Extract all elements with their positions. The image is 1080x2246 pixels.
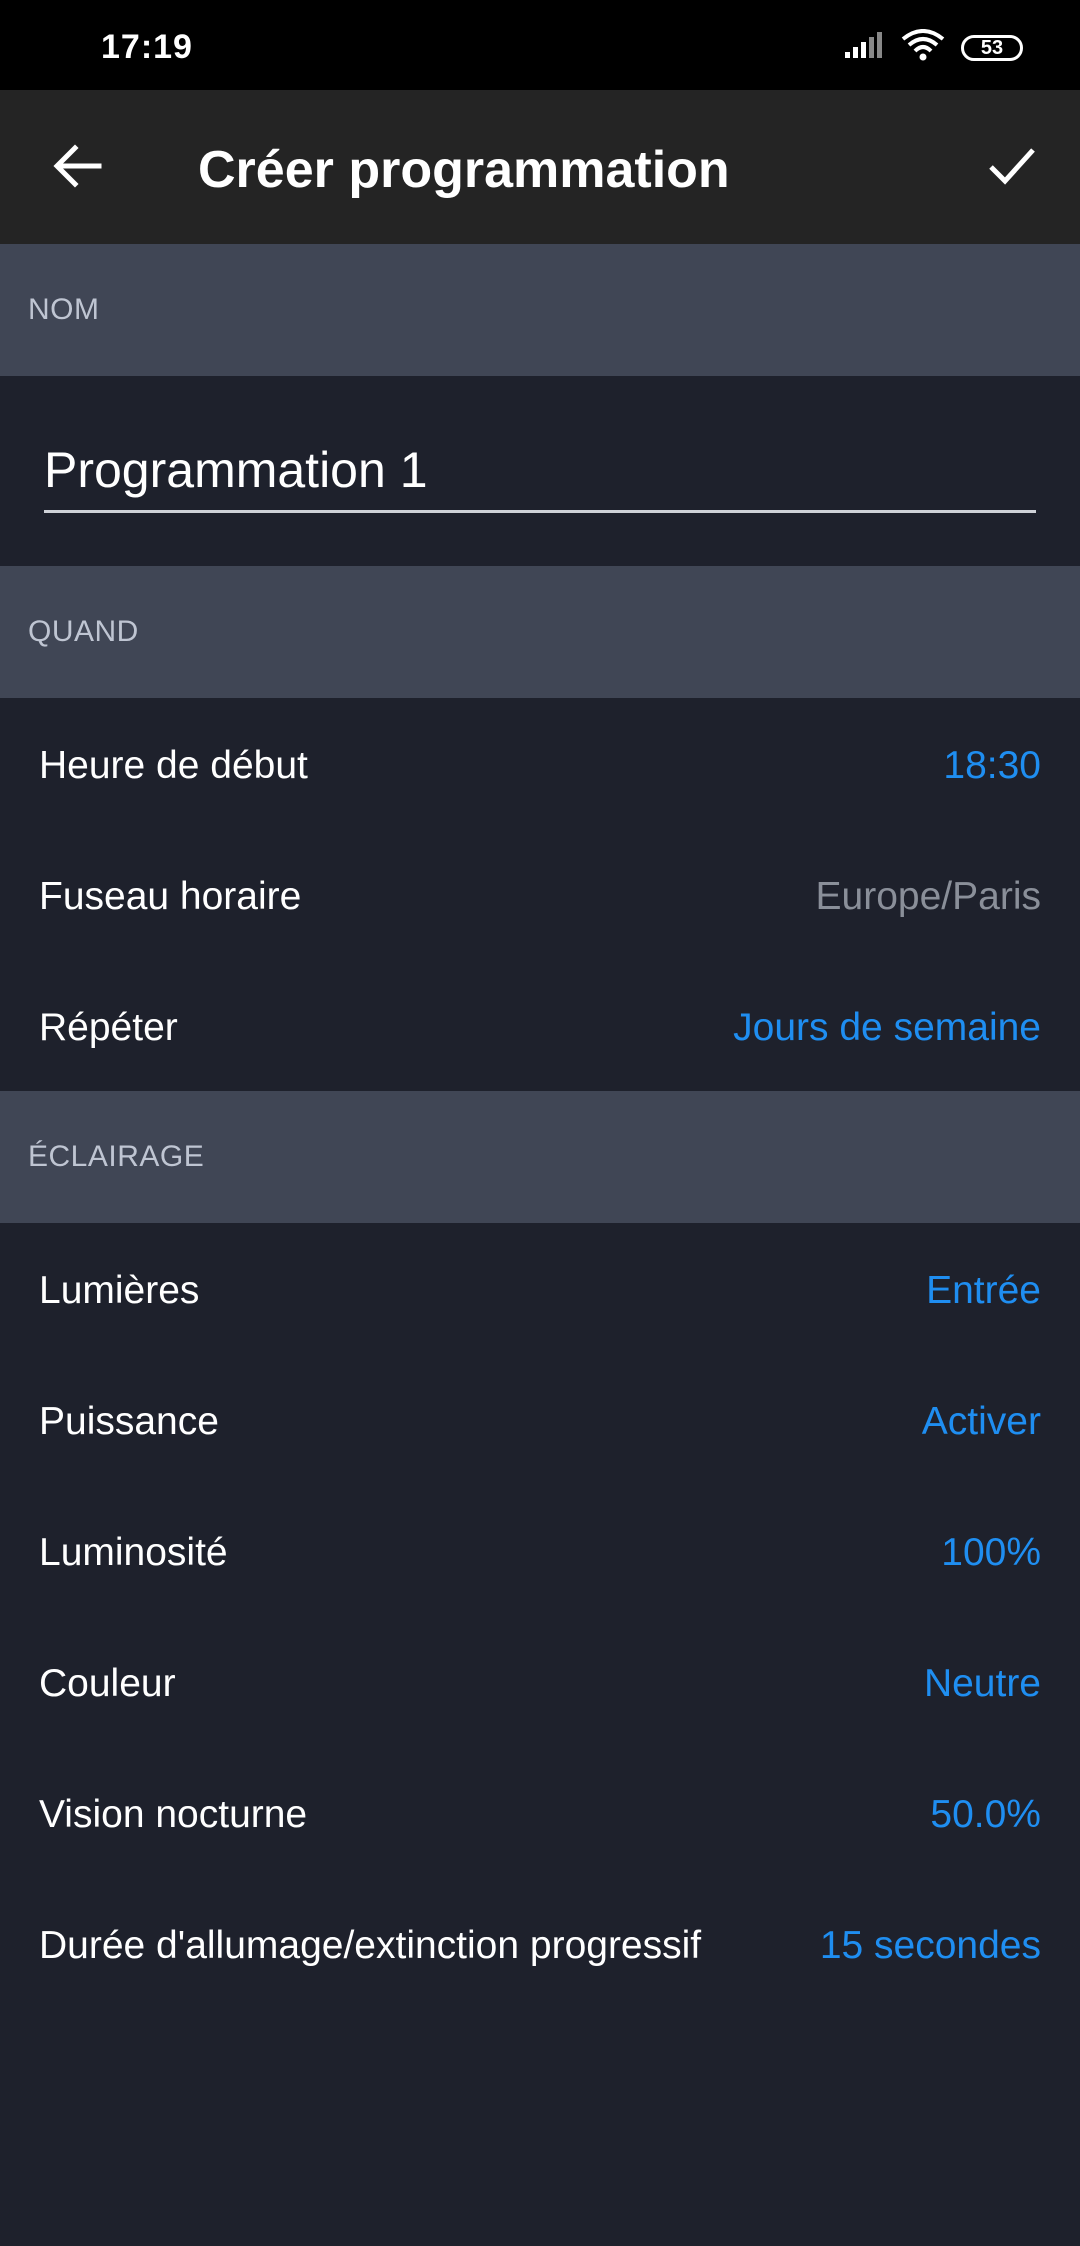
row-label: Fuseau horaire	[39, 874, 302, 918]
row-brightness[interactable]: Luminosité 100%	[0, 1487, 1080, 1618]
row-power[interactable]: Puissance Activer	[0, 1356, 1080, 1487]
row-lights[interactable]: Lumières Entrée	[0, 1225, 1080, 1356]
status-icons: 53	[843, 28, 1023, 68]
status-time: 17:19	[101, 28, 193, 66]
back-button[interactable]	[38, 126, 118, 206]
section-header-when: QUAND	[0, 566, 1080, 698]
row-label: Répéter	[39, 1005, 178, 1049]
row-value: 50.0%	[930, 1792, 1041, 1836]
section-header-label: NOM	[28, 293, 100, 326]
check-icon	[989, 148, 1035, 185]
row-label: Heure de début	[39, 743, 308, 787]
wifi-icon	[901, 28, 945, 68]
section-header-name: NOM	[0, 244, 1080, 376]
section-header-lighting: ÉCLAIRAGE	[0, 1091, 1080, 1223]
row-fade-duration[interactable]: Durée d'allumage/extinction progressif 1…	[0, 1880, 1080, 2011]
row-label: Durée d'allumage/extinction progressif	[39, 1923, 702, 1967]
row-value: 100%	[941, 1530, 1041, 1574]
row-label: Luminosité	[39, 1530, 228, 1574]
row-value: Europe/Paris	[815, 874, 1041, 918]
row-value: 18:30	[943, 743, 1041, 787]
row-label: Puissance	[39, 1399, 219, 1443]
row-label: Vision nocturne	[39, 1792, 308, 1836]
row-value: Neutre	[923, 1661, 1041, 1705]
row-value: Jours de semaine	[733, 1005, 1041, 1049]
row-value: 15 secondes	[819, 1923, 1041, 1967]
name-field-container	[44, 434, 1036, 513]
row-value: Activer	[921, 1399, 1041, 1443]
row-night-vision[interactable]: Vision nocturne 50.0%	[0, 1749, 1080, 1880]
section-header-label: QUAND	[28, 615, 139, 648]
row-label: Lumières	[39, 1268, 200, 1312]
schedule-name-input[interactable]	[44, 434, 1036, 506]
row-value: Entrée	[926, 1268, 1041, 1312]
row-color[interactable]: Couleur Neutre	[0, 1618, 1080, 1749]
signal-icon	[843, 31, 885, 65]
back-arrow-icon	[53, 144, 102, 188]
row-timezone: Fuseau horaire Europe/Paris	[0, 831, 1080, 962]
battery-icon: 53	[961, 35, 1023, 61]
status-bar: 17:19 53	[0, 0, 1080, 90]
save-button[interactable]	[972, 126, 1052, 206]
section-header-label: ÉCLAIRAGE	[28, 1140, 205, 1173]
row-label: Couleur	[39, 1661, 176, 1705]
row-start-time[interactable]: Heure de début 18:30	[0, 700, 1080, 831]
page-title: Créer programmation	[198, 141, 730, 199]
row-repeat[interactable]: Répéter Jours de semaine	[0, 962, 1080, 1093]
